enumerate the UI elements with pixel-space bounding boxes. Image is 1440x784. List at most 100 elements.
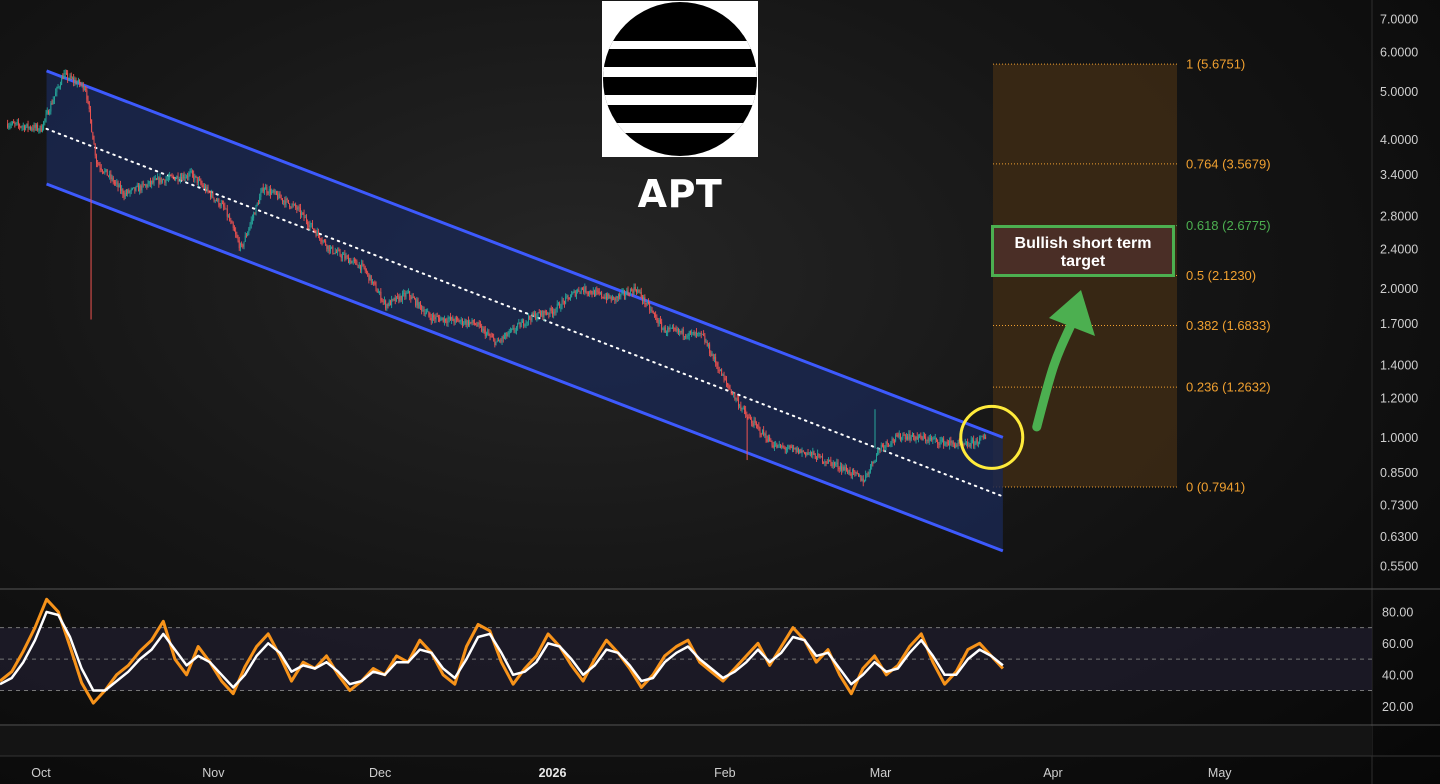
candle [28,126,30,129]
candle [981,435,983,437]
candle [519,322,521,328]
candle [367,272,369,274]
candle [341,255,343,259]
candle [963,443,965,445]
candle [417,299,419,308]
candle [644,296,646,304]
candle [194,175,196,180]
candle [818,453,820,455]
candle [824,461,826,463]
candle [164,179,166,183]
candle [15,122,17,124]
candle [597,291,599,292]
candle [317,231,319,236]
candle [127,190,129,194]
candle [837,462,839,469]
candle [289,203,291,208]
candle [854,470,856,474]
candle [575,292,577,297]
candle [623,291,625,296]
candle [619,294,621,297]
candle [337,250,339,253]
candle [107,175,109,177]
candle [323,240,325,242]
candle [655,314,657,317]
candle [806,452,808,456]
candle [695,332,697,334]
candle [287,199,289,204]
candle [326,245,328,249]
candle [59,85,61,87]
chart[interactable]: 1 (5.6751) 0.764 (3.5679) 0.618 (2.6775) 0.… [0,0,1440,784]
channel-midline[interactable] [45,127,1004,498]
candle [548,313,550,315]
candle [729,388,731,390]
candle [722,374,724,376]
candle [730,389,732,394]
candle [609,297,611,298]
candle [505,332,507,337]
price-tick-label: 1.7000 [1380,317,1418,331]
candle [530,318,532,321]
fib-level-label: 0.236 (1.2632) [1186,380,1271,395]
candle [761,429,763,435]
candle [808,452,810,454]
candle [358,264,360,268]
candle [343,254,345,256]
candle [842,467,844,471]
candle [368,273,370,281]
candle [766,439,768,442]
candle [681,329,683,333]
candle [538,312,540,314]
candle [274,191,276,193]
candle [295,204,297,208]
candle [429,315,431,319]
candle [353,260,355,261]
candle [673,327,675,329]
candle [199,179,201,181]
candle [932,438,934,440]
candle [466,320,468,325]
candle [495,341,497,345]
candle [814,454,816,459]
channel-upper-line[interactable] [46,69,1004,439]
candle [790,446,792,448]
candle [947,443,949,446]
candle [787,448,789,450]
candle [595,290,597,296]
candle [232,223,234,229]
channel-lower-line[interactable] [46,182,1004,553]
candle [783,446,785,448]
candle [897,435,899,438]
candle [178,180,180,181]
candle [106,169,108,176]
candle [602,296,604,298]
candle [626,290,628,295]
candle [363,264,365,268]
candle [412,296,414,299]
price-tick-label: 1.4000 [1380,359,1418,373]
candle [332,246,334,254]
candle [461,319,463,325]
candle [781,446,783,448]
candle [737,399,739,407]
candle [925,437,927,441]
candle [549,308,551,315]
candle [871,461,873,467]
candle [566,295,568,297]
candle [819,454,821,458]
candle [359,264,361,270]
candle [95,155,97,163]
candle [688,331,690,337]
candle [71,78,73,80]
candle [55,92,57,97]
candle [297,207,299,210]
candle [166,178,168,180]
candle [37,124,39,131]
candle [949,440,951,446]
candle [14,123,16,124]
candle [503,336,505,339]
bullish-target-annotation[interactable]: Bullish short term target [991,225,1175,277]
candle [627,290,629,295]
candle [136,185,138,187]
